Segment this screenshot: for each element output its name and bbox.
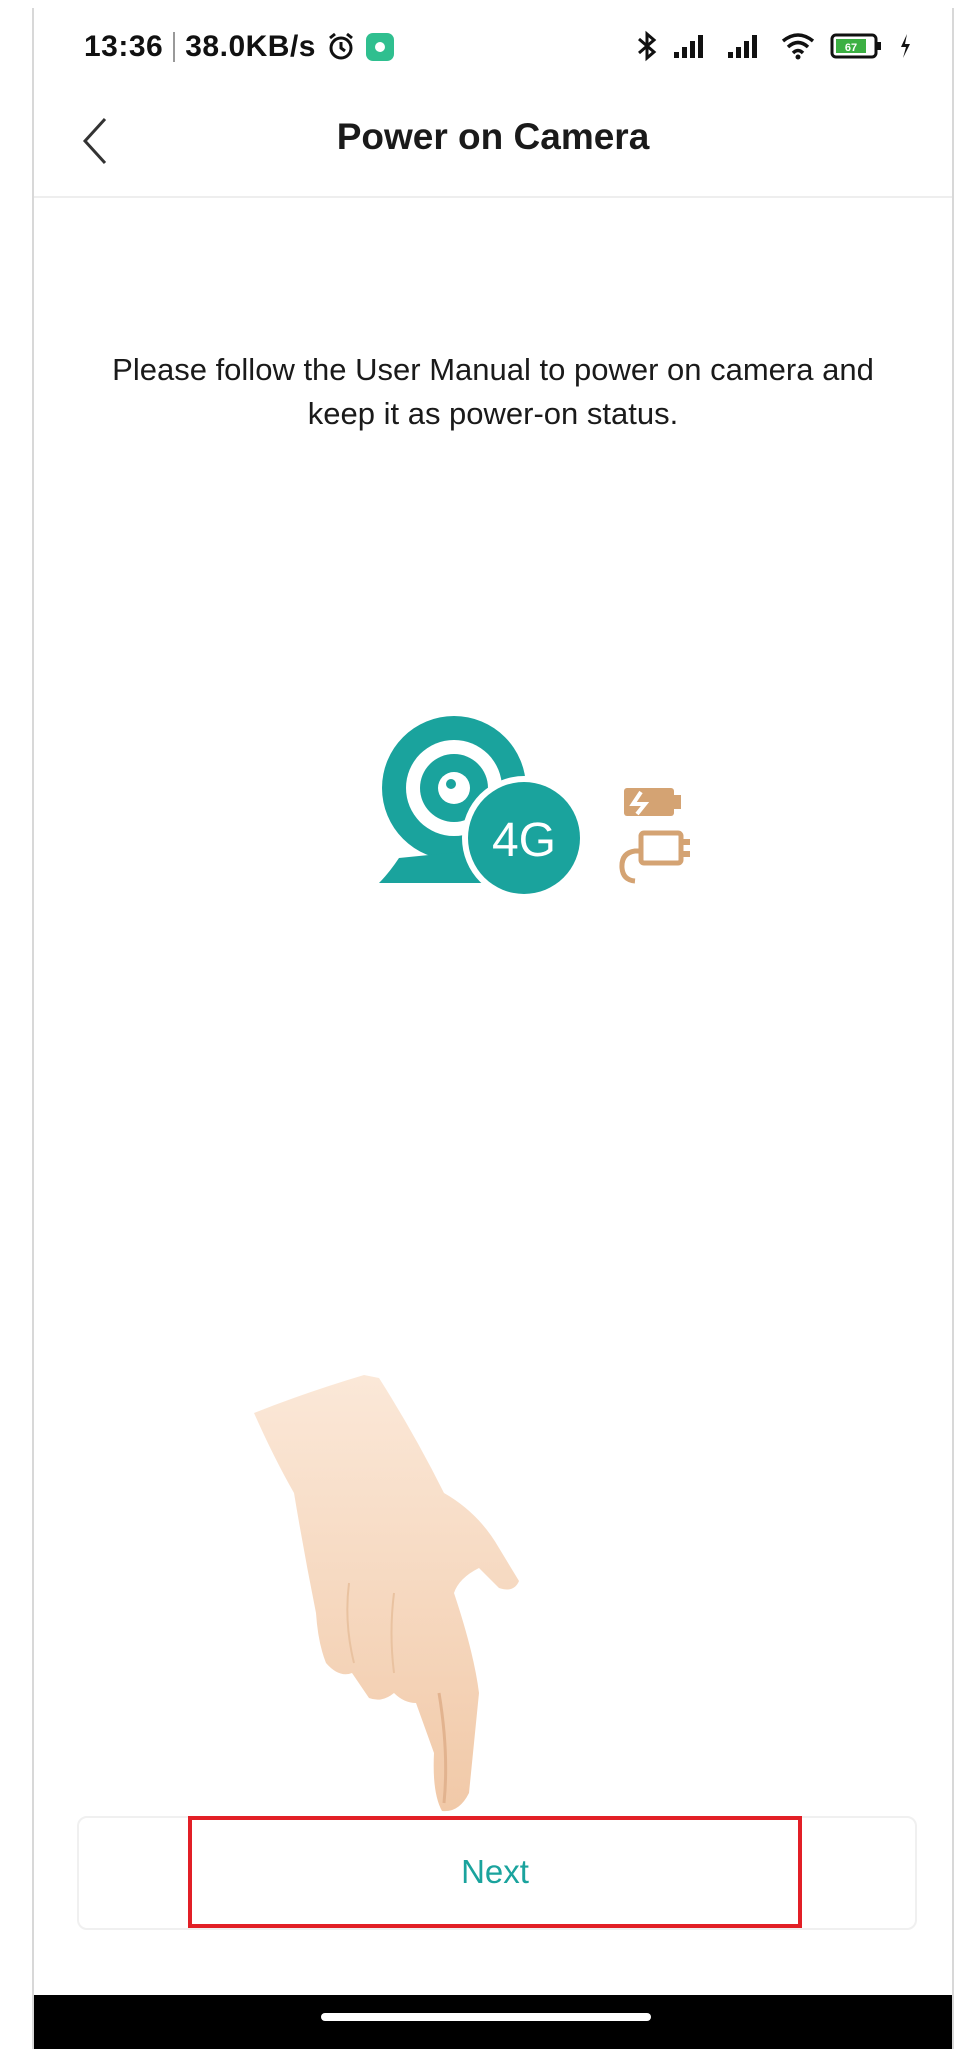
wifi-icon	[781, 33, 815, 60]
app-notification-icon	[365, 33, 394, 61]
page-title: Power on Camera	[336, 116, 650, 157]
hand-pointer-image	[254, 1375, 519, 1812]
system-navigation-bar	[34, 1995, 952, 2049]
power-cable-icon	[619, 830, 690, 884]
battery-icon: 67	[830, 33, 881, 59]
power-on-camera-illustration: 4G	[379, 716, 690, 900]
signal-icon	[728, 35, 757, 58]
next-button[interactable]: Next	[188, 1816, 802, 1928]
camera-icon: 4G	[379, 716, 586, 900]
home-indicator[interactable]	[321, 2013, 651, 2021]
status-bar: 13:36 38.0KB/s 67	[34, 8, 952, 86]
phone-screen: 13:36 38.0KB/s 67 Power on Camera Please…	[32, 8, 954, 2049]
charging-icon	[901, 34, 910, 58]
status-time: 13:36	[84, 30, 164, 63]
alarm-icon	[329, 32, 353, 60]
battery-level: 67	[845, 42, 857, 54]
status-right: 67	[636, 30, 912, 62]
bluetooth-icon	[638, 30, 657, 62]
status-separator	[173, 32, 176, 62]
network-speed: 38.0KB/s	[185, 30, 316, 63]
battery-charging-icon	[624, 788, 681, 816]
status-left: 13:36 38.0KB/s	[84, 30, 394, 64]
signal-icon	[674, 35, 703, 58]
instruction-text: Please follow the User Manual to power o…	[112, 352, 874, 431]
navigation-bar: Power on Camera	[34, 86, 952, 198]
camera-badge: 4G	[492, 814, 556, 867]
